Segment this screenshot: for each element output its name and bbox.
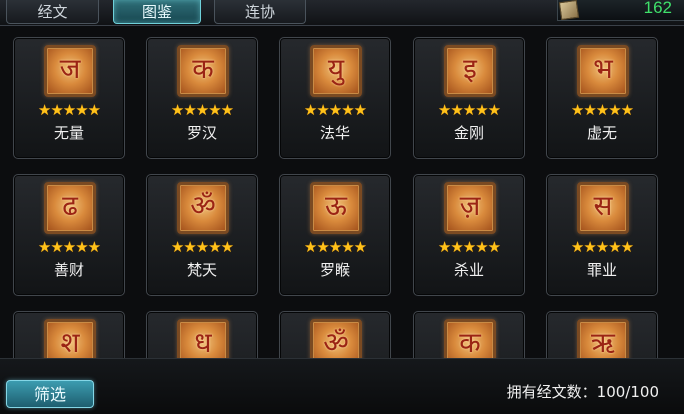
codex-card[interactable]: क ★★★★★ 罗汉	[146, 37, 258, 159]
tab-codex[interactable]: 图鉴	[113, 0, 201, 24]
sutra-emblem-icon: इ	[444, 45, 496, 97]
star-rating: ★★★★★	[437, 101, 501, 119]
sutra-emblem-icon: ॐ	[177, 182, 229, 234]
codex-card[interactable]: क	[413, 311, 525, 358]
card-name: 罗睺	[319, 261, 350, 279]
star-rating: ★★★★★	[170, 101, 234, 119]
codex-card[interactable]: यु ★★★★★ 法华	[279, 37, 391, 159]
sutra-emblem-icon: ज	[44, 45, 96, 97]
codex-card[interactable]: ध	[146, 311, 258, 358]
sutra-emblem-icon: ॐ	[310, 319, 362, 358]
codex-card[interactable]: इ ★★★★★ 金刚	[413, 37, 525, 159]
bottom-bar: 筛选 拥有经文数：100/100	[0, 358, 684, 414]
sutra-emblem-icon: स	[577, 182, 629, 234]
codex-card[interactable]: ऋ	[546, 311, 658, 358]
sutra-emblem-icon: ध	[177, 319, 229, 358]
card-name: 善财	[53, 261, 84, 279]
card-name: 法华	[319, 124, 350, 142]
top-bar: 经文 图鉴 连协 162	[0, 0, 684, 26]
card-name: 梵天	[186, 261, 217, 279]
card-name: 杀业	[453, 261, 484, 279]
sutra-emblem-icon: क	[177, 45, 229, 97]
sutra-emblem-icon: ऊ	[310, 182, 362, 234]
card-name: 罪业	[586, 261, 617, 279]
codex-card[interactable]: भ ★★★★★ 虚无	[546, 37, 658, 159]
sutra-emblem-icon: क	[444, 319, 496, 358]
scroll-icon	[558, 0, 580, 21]
star-rating: ★★★★★	[437, 238, 501, 256]
star-rating: ★★★★★	[570, 101, 634, 119]
star-rating: ★★★★★	[570, 238, 634, 256]
codex-card[interactable]: ज ★★★★★ 无量	[13, 37, 125, 159]
owned-count: 拥有经文数：100/100	[506, 383, 659, 401]
card-name: 罗汉	[186, 124, 217, 142]
currency-value: 162	[643, 0, 672, 17]
star-rating: ★★★★★	[37, 238, 101, 256]
codex-card[interactable]: ज़ ★★★★★ 杀业	[413, 174, 525, 296]
star-rating: ★★★★★	[303, 101, 367, 119]
codex-card[interactable]: श	[13, 311, 125, 358]
codex-card[interactable]: ऊ ★★★★★ 罗睺	[279, 174, 391, 296]
star-rating: ★★★★★	[37, 101, 101, 119]
sutra-emblem-icon: भ	[577, 45, 629, 97]
card-name: 金刚	[453, 124, 484, 142]
codex-card[interactable]: स ★★★★★ 罪业	[546, 174, 658, 296]
tab-scripture[interactable]: 经文	[6, 0, 99, 24]
sutra-emblem-icon: ढ	[44, 182, 96, 234]
sutra-emblem-icon: श	[44, 319, 96, 358]
codex-grid[interactable]: ज ★★★★★ 无量 क ★★★★★ 罗汉 यु ★★★★★ 法华 इ ★★★★…	[0, 26, 684, 358]
card-name: 虚无	[586, 124, 617, 142]
currency-display: 162	[557, 0, 684, 21]
sutra-emblem-icon: ज़	[444, 182, 496, 234]
star-rating: ★★★★★	[170, 238, 234, 256]
sutra-emblem-icon: यु	[310, 45, 362, 97]
star-rating: ★★★★★	[303, 238, 367, 256]
sutra-emblem-icon: ऋ	[577, 319, 629, 358]
codex-card[interactable]: ढ ★★★★★ 善财	[13, 174, 125, 296]
tab-combo[interactable]: 连协	[214, 0, 306, 24]
filter-button[interactable]: 筛选	[6, 380, 94, 408]
codex-card[interactable]: ॐ ★★★★★ 梵天	[146, 174, 258, 296]
card-name: 无量	[53, 124, 84, 142]
codex-card[interactable]: ॐ	[279, 311, 391, 358]
